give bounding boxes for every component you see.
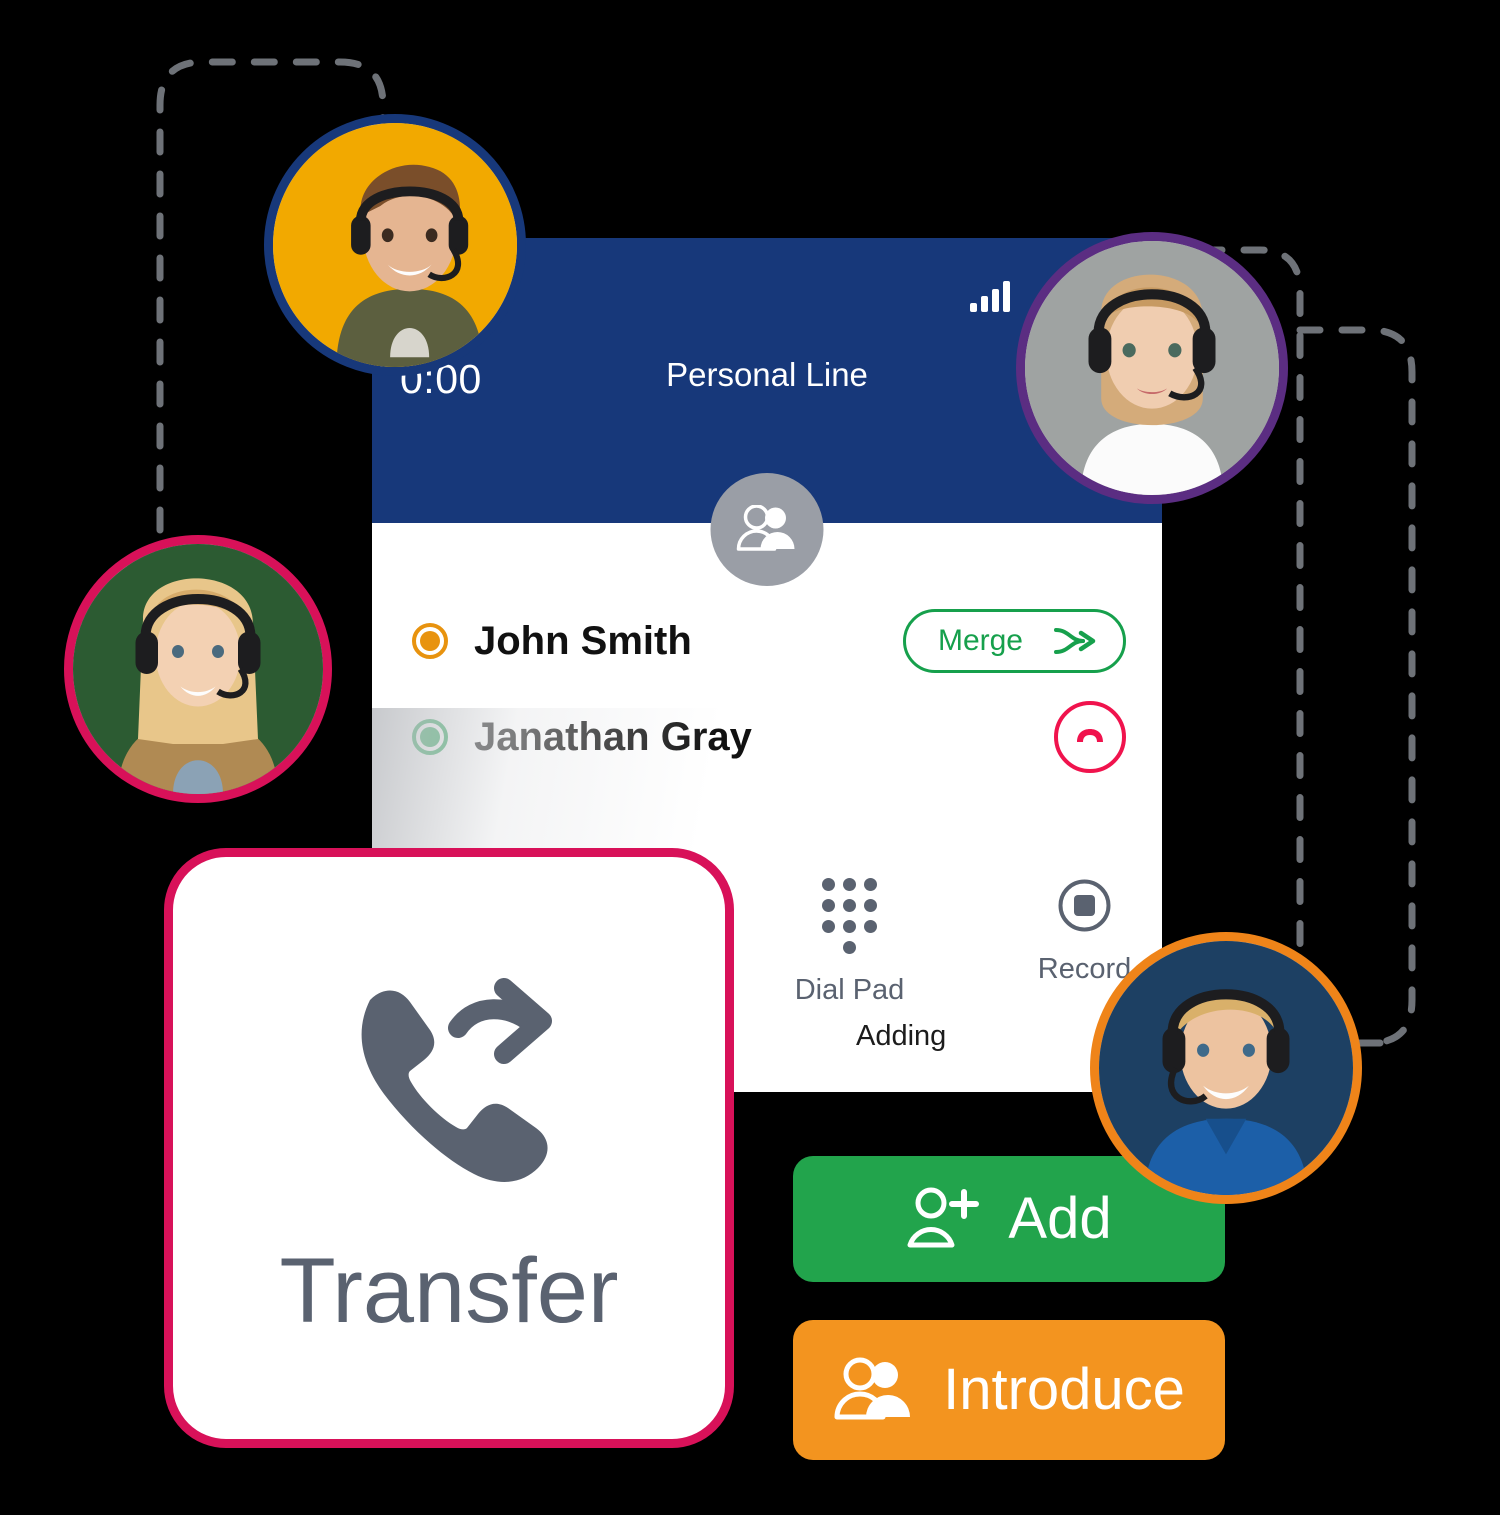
transfer-card[interactable]: Transfer: [164, 848, 734, 1448]
two-people-icon: [834, 1357, 911, 1420]
avatar-photo: [273, 123, 517, 367]
person-plus-icon: [907, 1187, 980, 1248]
hangup-phone-icon: [1077, 729, 1103, 742]
avatar-agent-top: [264, 114, 526, 376]
screenshot-stage: 0:00 Personal Line John Smith Merge Jana…: [0, 0, 1500, 1515]
avatar-photo: [1025, 241, 1279, 495]
status-dot-on-hold: [412, 623, 448, 659]
participant-name: John Smith: [474, 618, 692, 663]
participant-list: John Smith Merge Janathan Gray: [372, 593, 1162, 785]
group-people-icon: [736, 504, 794, 551]
merge-button-label: Merge: [937, 624, 1023, 657]
transfer-label: Transfer: [279, 1239, 619, 1342]
adding-status-label: Adding: [856, 1020, 947, 1052]
avatar-agent-bottom: [1090, 932, 1362, 1204]
avatar-photo: [73, 544, 323, 794]
status-dot-active: [412, 719, 448, 755]
avatar-photo: [1099, 941, 1353, 1195]
group-avatar-badge: [710, 473, 824, 586]
introduce-button-label: Introduce: [943, 1357, 1185, 1422]
dialpad-icon: [822, 878, 877, 954]
end-call-button[interactable]: [1054, 701, 1126, 773]
avatar-agent-left: [64, 535, 332, 803]
participant-name: Janathan Gray: [474, 714, 752, 759]
dial-pad-label: Dial Pad: [794, 974, 905, 1006]
dial-pad-button[interactable]: Dial Pad: [772, 878, 927, 1007]
introduce-button[interactable]: Introduce: [793, 1320, 1225, 1460]
phone-forward-icon: [361, 977, 552, 1182]
signal-bars-icon: [970, 280, 1010, 312]
merge-button[interactable]: Merge: [902, 609, 1126, 673]
record-stop-icon: [1058, 879, 1111, 932]
add-button-label: Add: [1008, 1186, 1112, 1251]
merge-arrow-icon: [1054, 628, 1096, 654]
participant-row-john-smith[interactable]: John Smith Merge: [372, 593, 1162, 689]
avatar-agent-right: [1016, 232, 1288, 504]
participant-row-janathan-gray[interactable]: Janathan Gray: [372, 689, 1162, 785]
